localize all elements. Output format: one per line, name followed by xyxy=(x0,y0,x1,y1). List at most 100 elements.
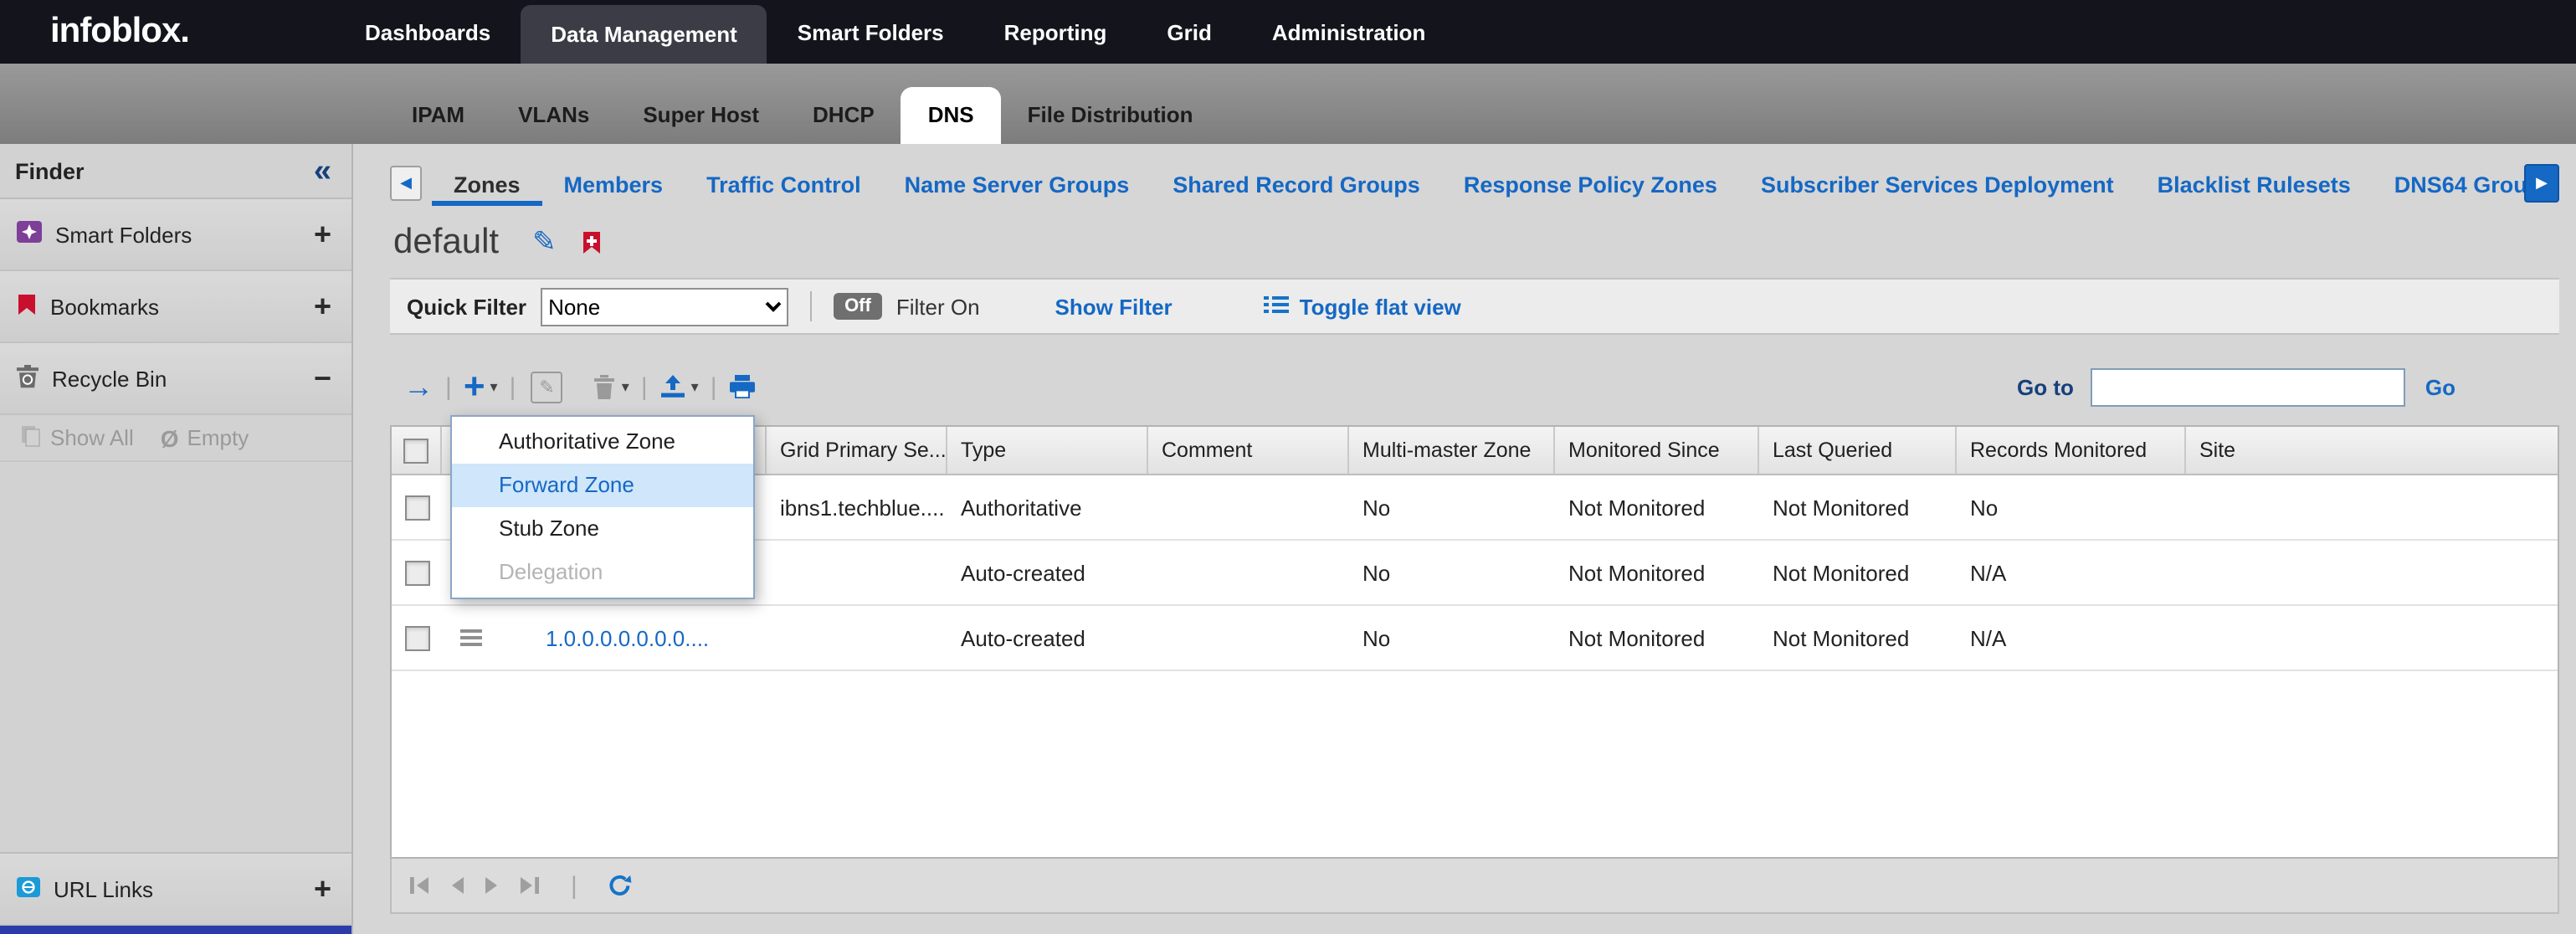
separator: | xyxy=(510,372,516,401)
add-dropdown-caret-icon[interactable]: ▾ xyxy=(490,377,498,396)
import-export-caret-icon[interactable]: ▾ xyxy=(691,377,699,396)
go-back-arrow-icon[interactable]: → xyxy=(403,369,434,404)
edit-button[interactable]: ✎ xyxy=(531,371,562,403)
cell-grid-primary xyxy=(767,606,947,670)
tab-name-server-groups[interactable]: Name Server Groups xyxy=(883,159,1152,206)
tab-super-host[interactable]: Super Host xyxy=(616,87,786,144)
go-button[interactable]: Go xyxy=(2425,374,2455,399)
header-comment[interactable]: Comment xyxy=(1148,427,1349,474)
row-menu-icon[interactable] xyxy=(459,629,481,646)
top-nav-smart-folders[interactable]: Smart Folders xyxy=(767,0,974,64)
sidebar-item-label: Recycle Bin xyxy=(52,366,314,391)
pagination-bar: | xyxy=(390,859,2559,914)
tab-dns[interactable]: DNS xyxy=(901,87,1001,144)
collapse-sidebar-icon[interactable]: « xyxy=(314,155,331,187)
add-button[interactable]: + xyxy=(464,370,485,403)
goto-label: Go to xyxy=(2017,374,2074,399)
tab-vlans[interactable]: VLANs xyxy=(491,87,616,144)
empty-slash-icon: Ø xyxy=(161,424,179,451)
header-site[interactable]: Site xyxy=(2186,427,2558,474)
show-all-label: Show All xyxy=(50,425,134,450)
delete-dropdown-caret-icon[interactable]: ▾ xyxy=(622,377,629,396)
tab-dhcp[interactable]: DHCP xyxy=(786,87,901,144)
separator: | xyxy=(571,871,577,900)
table-row[interactable]: 1.0.0.0.0.0.0.0.... Auto-created No Not … xyxy=(392,606,2558,671)
recycle-bin-icon xyxy=(17,364,38,393)
tab-subscriber-services-deployment[interactable]: Subscriber Services Deployment xyxy=(1739,159,2136,206)
menu-item-delegation[interactable]: Delegation xyxy=(452,551,753,594)
tab-blacklist-rulesets[interactable]: Blacklist Rulesets xyxy=(2136,159,2373,206)
menu-item-stub-zone[interactable]: Stub Zone xyxy=(452,507,753,551)
sidebar-item-smart-folders[interactable]: Smart Folders + xyxy=(0,199,352,271)
finder-sidebar: Finder « Smart Folders + Bookmarks + Rec… xyxy=(0,144,353,934)
tab-shared-record-groups[interactable]: Shared Record Groups xyxy=(1151,159,1442,206)
first-page-icon[interactable] xyxy=(408,875,430,896)
sidebar-item-bookmarks[interactable]: Bookmarks + xyxy=(0,271,352,343)
menu-item-forward-zone[interactable]: Forward Zone xyxy=(452,464,753,507)
scroll-tabs-left-button[interactable]: ◀ xyxy=(390,165,422,200)
tab-ipam[interactable]: IPAM xyxy=(385,87,491,144)
tab-zones[interactable]: Zones xyxy=(432,159,542,206)
quick-filter-bar: Quick Filter None Off Filter On Show Fil… xyxy=(390,278,2559,335)
header-multi-master[interactable]: Multi-master Zone xyxy=(1349,427,1555,474)
add-bookmark-icon[interactable] xyxy=(583,231,602,254)
infoblox-logo: infoblox. xyxy=(0,0,285,64)
header-last-queried[interactable]: Last Queried xyxy=(1759,427,1957,474)
select-all-checkbox[interactable] xyxy=(403,438,428,463)
header-grid-primary[interactable]: Grid Primary Se... xyxy=(767,427,947,474)
filter-off-badge[interactable]: Off xyxy=(833,293,883,320)
cell-site xyxy=(2186,606,2558,670)
header-monitored-since[interactable]: Monitored Since xyxy=(1555,427,1759,474)
section-tab-strip: ◀ Zones Members Traffic Control Name Ser… xyxy=(390,157,2559,208)
goto-input[interactable] xyxy=(2091,367,2405,406)
add-url-link-button[interactable]: + xyxy=(314,874,331,904)
sidebar-item-recycle-bin[interactable]: Recycle Bin − xyxy=(0,343,352,415)
tab-members[interactable]: Members xyxy=(542,159,685,206)
row-checkbox[interactable] xyxy=(404,625,429,650)
next-page-icon[interactable] xyxy=(484,875,500,896)
cell-last-queried: Not Monitored xyxy=(1759,606,1957,670)
tab-dns64-groups[interactable]: DNS64 Groups xyxy=(2373,159,2524,206)
row-select-cell xyxy=(392,541,442,604)
cell-last-queried: Not Monitored xyxy=(1759,475,1957,539)
separator xyxy=(574,372,581,401)
cell-monitored-since: Not Monitored xyxy=(1555,606,1759,670)
quick-filter-select[interactable]: None xyxy=(540,287,788,326)
collapse-recycle-bin-button[interactable]: − xyxy=(314,363,331,393)
top-nav-reporting[interactable]: Reporting xyxy=(974,0,1137,64)
header-records-monitored[interactable]: Records Monitored xyxy=(1957,427,2186,474)
row-checkbox[interactable] xyxy=(404,495,429,520)
print-button[interactable] xyxy=(729,375,757,398)
add-bookmark-button[interactable]: + xyxy=(314,291,331,321)
tab-response-policy-zones[interactable]: Response Policy Zones xyxy=(1442,159,1739,206)
top-nav-data-management[interactable]: Data Management xyxy=(521,5,767,64)
row-select-cell xyxy=(392,475,442,539)
cell-comment xyxy=(1148,606,1349,670)
zone-link[interactable]: 1.0.0.0.0.0.0.0.... xyxy=(546,625,709,650)
top-nav-administration[interactable]: Administration xyxy=(1242,0,1455,64)
top-nav-grid[interactable]: Grid xyxy=(1137,0,1241,64)
empty-recycle-bin-link[interactable]: Ø Empty xyxy=(161,424,249,451)
add-smart-folder-button[interactable]: + xyxy=(314,219,331,249)
finder-header: Finder « xyxy=(0,144,352,199)
edit-view-icon[interactable]: ✎ xyxy=(532,226,557,259)
previous-page-icon[interactable] xyxy=(449,875,465,896)
tab-file-distribution[interactable]: File Distribution xyxy=(1001,87,1220,144)
tab-traffic-control[interactable]: Traffic Control xyxy=(685,159,883,206)
sidebar-item-url-links[interactable]: URL Links + xyxy=(0,852,352,926)
grid-toolbar: → | + ▾ | ✎ ▾ | ▾ | Go to Go xyxy=(390,362,2559,412)
delete-button[interactable] xyxy=(593,374,617,399)
cell-grid-primary: ibns1.techblue.... xyxy=(767,475,947,539)
import-export-button[interactable] xyxy=(659,375,686,398)
row-checkbox[interactable] xyxy=(404,560,429,585)
header-type[interactable]: Type xyxy=(947,427,1148,474)
top-nav-dashboards[interactable]: Dashboards xyxy=(335,0,521,64)
refresh-icon[interactable] xyxy=(608,874,633,897)
show-filter-link[interactable]: Show Filter xyxy=(1055,294,1173,319)
scroll-tabs-right-button[interactable]: ▶ xyxy=(2524,163,2559,202)
separator xyxy=(809,291,811,321)
last-page-icon[interactable] xyxy=(519,875,541,896)
toggle-flat-view[interactable]: Toggle flat view xyxy=(1265,294,1461,319)
menu-item-authoritative-zone[interactable]: Authoritative Zone xyxy=(452,420,753,464)
show-all-link[interactable]: Show All xyxy=(20,424,134,451)
